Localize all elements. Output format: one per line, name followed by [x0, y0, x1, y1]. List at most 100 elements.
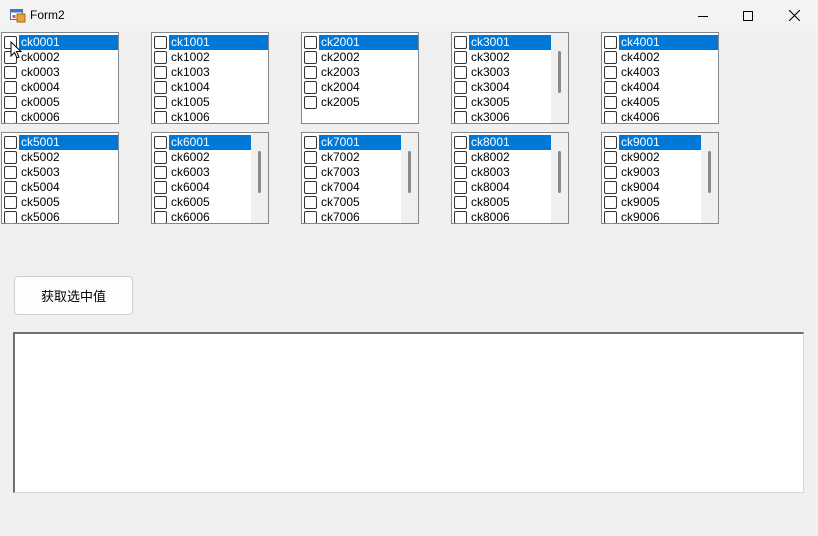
checked-list-box[interactable]: ck2001 ck2002 ck2003 ck2004 ck2005 — [301, 32, 419, 124]
item-checkbox[interactable] — [154, 111, 167, 123]
item-checkbox[interactable] — [454, 96, 467, 109]
get-selected-values-button[interactable]: 获取选中值 — [14, 276, 133, 315]
list-item[interactable]: ck4003 — [602, 65, 718, 80]
item-checkbox[interactable] — [604, 66, 617, 79]
checked-list-box[interactable]: ck8001 ck8002 ck8003 ck8004 ck8005 ck8006 — [451, 132, 569, 224]
item-checkbox[interactable] — [604, 111, 617, 123]
item-checkbox[interactable] — [4, 96, 17, 109]
item-checkbox[interactable] — [304, 96, 317, 109]
vertical-scrollbar[interactable] — [401, 133, 418, 223]
list-item[interactable]: ck0006 — [2, 110, 118, 123]
item-checkbox[interactable] — [154, 36, 167, 49]
list-item[interactable]: ck2003 — [302, 65, 418, 80]
item-checkbox[interactable] — [4, 111, 17, 123]
item-checkbox[interactable] — [604, 81, 617, 94]
list-item[interactable]: ck1001 — [152, 35, 268, 50]
item-checkbox[interactable] — [154, 211, 167, 223]
item-checkbox[interactable] — [154, 166, 167, 179]
checked-list-box[interactable]: ck6001 ck6002 ck6003 ck6004 ck6005 ck6006 — [151, 132, 269, 224]
vertical-scrollbar[interactable] — [701, 133, 718, 223]
maximize-button[interactable] — [725, 0, 771, 31]
output-textbox[interactable] — [13, 332, 804, 493]
list-item[interactable]: ck5002 — [2, 150, 118, 165]
vertical-scrollbar[interactable] — [551, 33, 568, 123]
list-item[interactable]: ck1002 — [152, 50, 268, 65]
list-item[interactable]: ck4001 — [602, 35, 718, 50]
item-checkbox[interactable] — [304, 66, 317, 79]
list-item[interactable]: ck5005 — [2, 195, 118, 210]
item-checkbox[interactable] — [604, 181, 617, 194]
list-item[interactable]: ck1004 — [152, 80, 268, 95]
item-checkbox[interactable] — [454, 136, 467, 149]
item-checkbox[interactable] — [154, 136, 167, 149]
checked-list-box[interactable]: ck4001 ck4002 ck4003 ck4004 ck4005 ck4006 — [601, 32, 719, 124]
item-checkbox[interactable] — [454, 36, 467, 49]
minimize-button[interactable] — [680, 0, 726, 31]
item-checkbox[interactable] — [154, 181, 167, 194]
checked-list-box[interactable]: ck9001 ck9002 ck9003 ck9004 ck9005 ck9006 — [601, 132, 719, 224]
list-item[interactable]: ck2004 — [302, 80, 418, 95]
item-checkbox[interactable] — [154, 81, 167, 94]
vertical-scrollbar[interactable] — [551, 133, 568, 223]
item-checkbox[interactable] — [4, 66, 17, 79]
item-checkbox[interactable] — [304, 36, 317, 49]
item-checkbox[interactable] — [304, 136, 317, 149]
item-checkbox[interactable] — [304, 211, 317, 223]
scrollbar-thumb[interactable] — [558, 51, 561, 93]
item-checkbox[interactable] — [154, 196, 167, 209]
list-item[interactable]: ck2001 — [302, 35, 418, 50]
item-checkbox[interactable] — [454, 151, 467, 164]
close-button[interactable] — [771, 0, 817, 31]
item-checkbox[interactable] — [154, 96, 167, 109]
item-checkbox[interactable] — [454, 66, 467, 79]
scrollbar-thumb[interactable] — [258, 151, 261, 193]
item-checkbox[interactable] — [4, 181, 17, 194]
vertical-scrollbar[interactable] — [251, 133, 268, 223]
scrollbar-thumb[interactable] — [408, 151, 411, 193]
item-checkbox[interactable] — [304, 181, 317, 194]
item-checkbox[interactable] — [604, 166, 617, 179]
list-item[interactable]: ck5006 — [2, 210, 118, 223]
item-checkbox[interactable] — [454, 211, 467, 223]
list-item[interactable]: ck4004 — [602, 80, 718, 95]
item-checkbox[interactable] — [4, 196, 17, 209]
list-item[interactable]: ck1005 — [152, 95, 268, 110]
list-item[interactable]: ck2002 — [302, 50, 418, 65]
list-item[interactable]: ck5004 — [2, 180, 118, 195]
item-checkbox[interactable] — [604, 196, 617, 209]
item-checkbox[interactable] — [604, 136, 617, 149]
list-item[interactable]: ck5001 — [2, 135, 118, 150]
item-checkbox[interactable] — [304, 51, 317, 64]
checked-list-box[interactable]: ck5001 ck5002 ck5003 ck5004 ck5005 ck5006 — [1, 132, 119, 224]
item-checkbox[interactable] — [454, 181, 467, 194]
item-checkbox[interactable] — [454, 81, 467, 94]
item-checkbox[interactable] — [304, 196, 317, 209]
list-item[interactable]: ck0005 — [2, 95, 118, 110]
list-item[interactable]: ck2005 — [302, 95, 418, 110]
scrollbar-thumb[interactable] — [708, 151, 711, 193]
checked-list-box[interactable]: ck7001 ck7002 ck7003 ck7004 ck7005 ck7006 — [301, 132, 419, 224]
list-item[interactable]: ck0003 — [2, 65, 118, 80]
list-item[interactable]: ck5003 — [2, 165, 118, 180]
list-item[interactable]: ck4006 — [602, 110, 718, 123]
item-checkbox[interactable] — [454, 166, 467, 179]
checked-list-box[interactable]: ck3001 ck3002 ck3003 ck3004 ck3005 ck3006 — [451, 32, 569, 124]
item-checkbox[interactable] — [604, 151, 617, 164]
item-checkbox[interactable] — [604, 96, 617, 109]
item-checkbox[interactable] — [454, 51, 467, 64]
list-item[interactable]: ck4005 — [602, 95, 718, 110]
item-checkbox[interactable] — [454, 196, 467, 209]
list-item[interactable]: ck0004 — [2, 80, 118, 95]
title-bar[interactable]: Form2 — [0, 0, 818, 31]
item-checkbox[interactable] — [304, 166, 317, 179]
item-checkbox[interactable] — [154, 51, 167, 64]
item-checkbox[interactable] — [154, 151, 167, 164]
item-checkbox[interactable] — [454, 111, 467, 123]
item-checkbox[interactable] — [4, 166, 17, 179]
item-checkbox[interactable] — [604, 211, 617, 223]
item-checkbox[interactable] — [604, 51, 617, 64]
item-checkbox[interactable] — [304, 81, 317, 94]
item-checkbox[interactable] — [4, 151, 17, 164]
list-item[interactable]: ck1006 — [152, 110, 268, 123]
item-checkbox[interactable] — [604, 36, 617, 49]
